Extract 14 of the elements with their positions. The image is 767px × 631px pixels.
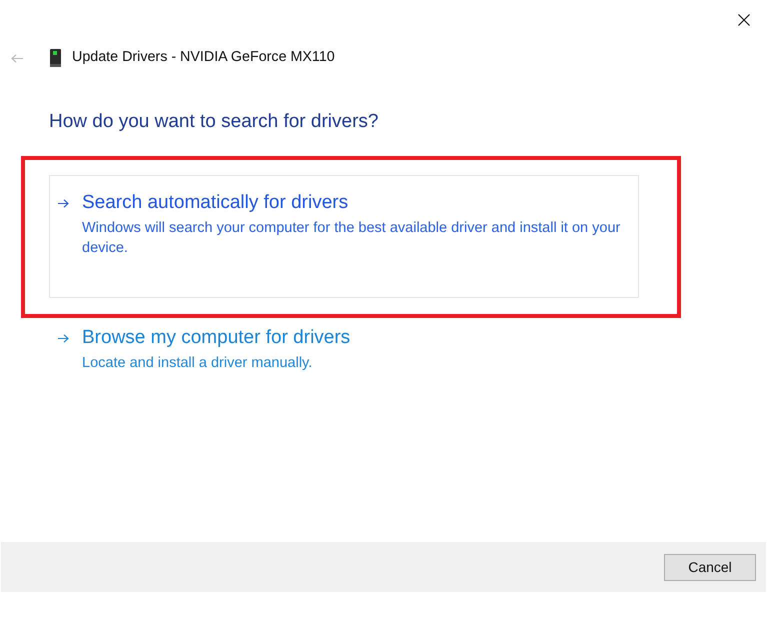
arrow-icon — [58, 198, 69, 208]
arrow-icon — [58, 334, 69, 342]
option-title: Search automatically for drivers — [82, 191, 350, 215]
back-arrow-icon — [11, 54, 23, 62]
computer-tower-icon — [50, 49, 61, 67]
cancel-button[interactable]: Cancel — [664, 554, 756, 581]
page-heading: How do you want to search for drivers? — [49, 110, 380, 134]
close-icon — [738, 14, 750, 26]
window-title: Update Drivers - NVIDIA GeForce MX110 — [72, 48, 335, 68]
option-description: Windows will search your computer for the best available driver and install it on your device. — [82, 219, 622, 258]
driver-option[interactable]: Browse my computer for drivers Locate and install a driver manually. — [49, 310, 639, 380]
driver-option[interactable]: Search automatically for drivers Windows will search your computer for the best available driver and install it on your device. — [49, 175, 639, 298]
option-description: Locate and install a driver manually. — [82, 354, 314, 373]
option-title: Browse my computer for drivers — [82, 326, 350, 350]
